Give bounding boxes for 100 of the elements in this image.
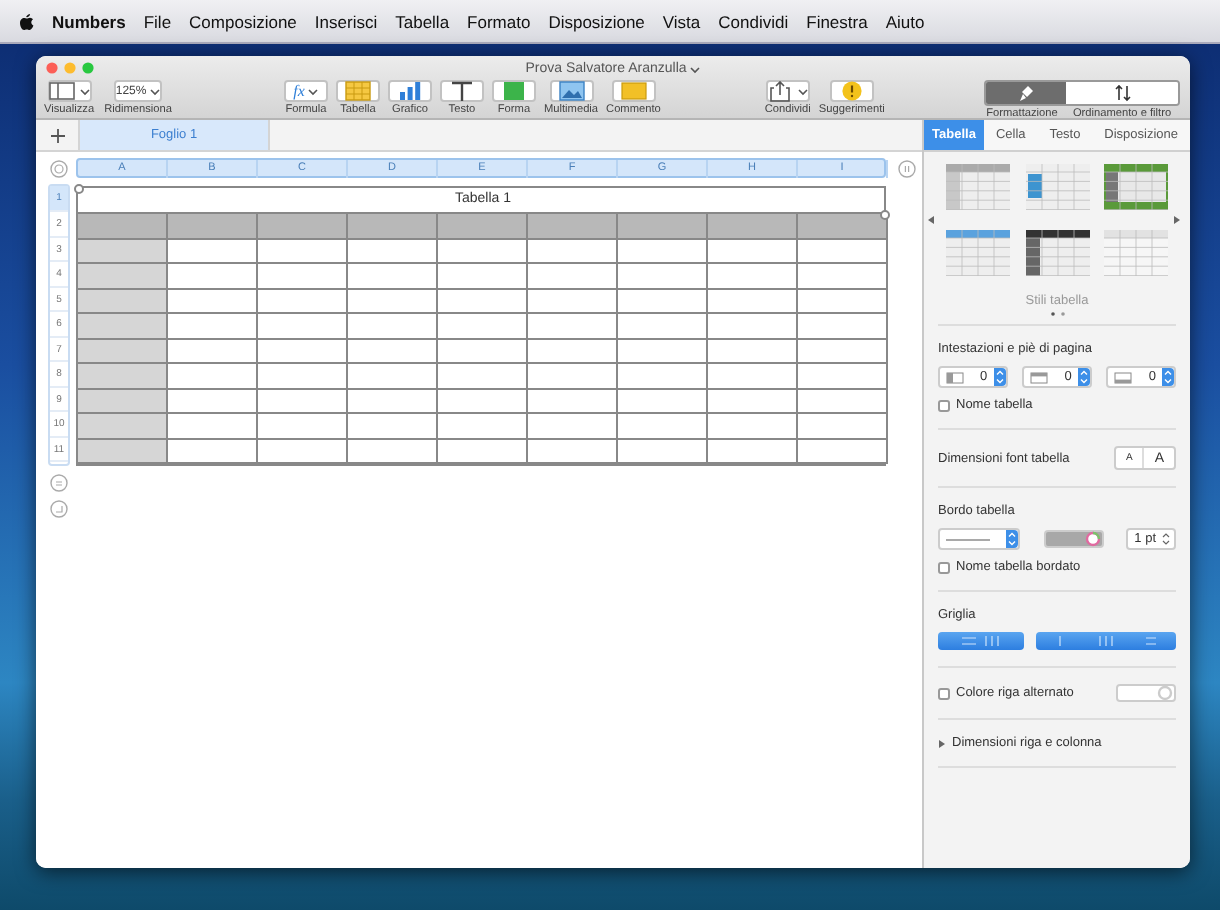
table-cell[interactable]	[618, 214, 708, 239]
color-wheel-icon[interactable]	[1083, 530, 1102, 548]
table-cell[interactable]	[78, 214, 168, 239]
table-cell[interactable]	[528, 239, 618, 264]
table-cell[interactable]	[708, 289, 798, 314]
add-column-handle-icon[interactable]	[897, 159, 915, 177]
table-cell[interactable]	[798, 339, 888, 364]
table-cell[interactable]	[708, 264, 798, 289]
table-cell[interactable]	[168, 364, 258, 389]
color-well[interactable]	[1116, 684, 1176, 702]
next-arrow-icon[interactable]	[1174, 216, 1180, 224]
table-style-thumbnail[interactable]	[946, 230, 1010, 276]
menu-item[interactable]: File	[143, 11, 172, 31]
table-cell[interactable]	[708, 364, 798, 389]
table-cell[interactable]	[78, 289, 168, 314]
grid-lines-button[interactable]	[938, 632, 1024, 650]
table-cell[interactable]	[78, 264, 168, 289]
table-cell[interactable]	[348, 314, 438, 339]
table-cell[interactable]	[798, 239, 888, 264]
table-cell[interactable]	[708, 389, 798, 414]
table-style-thumbnail[interactable]	[1025, 230, 1089, 276]
line-style-dropdown[interactable]	[938, 528, 1020, 550]
table-style-thumbnail[interactable]	[1025, 164, 1089, 210]
table-cell[interactable]	[528, 339, 618, 364]
table-cell[interactable]	[168, 314, 258, 339]
table-cell[interactable]	[618, 339, 708, 364]
table-cell[interactable]	[708, 414, 798, 439]
select-all-handle-icon[interactable]	[50, 159, 68, 177]
table-cell[interactable]	[258, 339, 348, 364]
table-cell[interactable]	[348, 389, 438, 414]
resize-handle[interactable]	[880, 210, 890, 220]
table-cell[interactable]	[168, 389, 258, 414]
table-cell[interactable]	[798, 289, 888, 314]
table-cell[interactable]	[348, 214, 438, 239]
table-cell[interactable]	[798, 389, 888, 414]
checkbox[interactable]	[938, 399, 950, 411]
table-cell[interactable]	[348, 439, 438, 464]
table-cell[interactable]	[528, 389, 618, 414]
table-cell[interactable]	[798, 439, 888, 464]
table-cell[interactable]	[618, 439, 708, 464]
table-cell[interactable]	[438, 364, 528, 389]
table-cell[interactable]	[618, 239, 708, 264]
sort-mode-button[interactable]	[1066, 82, 1178, 104]
add-row-handle-icon[interactable]	[50, 474, 68, 492]
menu-item[interactable]: Inserisci	[314, 11, 378, 31]
table-cell[interactable]	[258, 214, 348, 239]
table-cell[interactable]	[258, 239, 348, 264]
app-menu[interactable]: Numbers	[52, 11, 126, 31]
table-cell[interactable]	[798, 414, 888, 439]
table-cell[interactable]	[258, 364, 348, 389]
previous-arrow-icon[interactable]	[928, 216, 934, 224]
table-cell[interactable]	[78, 239, 168, 264]
menu-item[interactable]: Aiuto	[885, 11, 925, 31]
table-cell[interactable]	[348, 414, 438, 439]
table-cell[interactable]	[618, 264, 708, 289]
table-cell[interactable]	[708, 314, 798, 339]
table-cell[interactable]	[528, 364, 618, 389]
table-style-thumbnail[interactable]	[1104, 230, 1168, 276]
stepper-arrows-icon[interactable]	[1162, 532, 1170, 546]
table-cell[interactable]	[258, 439, 348, 464]
table-cell[interactable]	[528, 439, 618, 464]
table-cell[interactable]	[618, 314, 708, 339]
table-cell[interactable]	[528, 414, 618, 439]
menu-item[interactable]: Vista	[662, 11, 701, 31]
table-cell[interactable]	[78, 439, 168, 464]
table-cell[interactable]	[528, 289, 618, 314]
table-cell[interactable]	[438, 264, 528, 289]
table-cell[interactable]	[618, 414, 708, 439]
table-cell[interactable]	[78, 339, 168, 364]
color-wheel-icon[interactable]	[1156, 684, 1174, 702]
table-cell[interactable]	[798, 214, 888, 239]
share-button[interactable]	[765, 80, 810, 102]
table-cell[interactable]	[78, 364, 168, 389]
table-cell[interactable]	[78, 389, 168, 414]
table-cell[interactable]	[798, 314, 888, 339]
table-cell[interactable]	[168, 289, 258, 314]
table-cell[interactable]	[438, 339, 528, 364]
table-cell[interactable]	[258, 314, 348, 339]
formula-button[interactable]: fx	[283, 80, 328, 102]
chart-button[interactable]	[387, 80, 432, 102]
view-button[interactable]	[47, 80, 92, 102]
table-cell[interactable]	[618, 389, 708, 414]
table-button[interactable]	[335, 80, 380, 102]
table-cell[interactable]	[168, 439, 258, 464]
table-cell[interactable]	[348, 364, 438, 389]
table-cell[interactable]	[438, 214, 528, 239]
tips-button[interactable]	[829, 80, 874, 102]
table-cell[interactable]	[618, 364, 708, 389]
menu-item[interactable]: Finestra	[806, 11, 868, 31]
table-cell[interactable]	[618, 289, 708, 314]
table-cell[interactable]	[258, 414, 348, 439]
table-style-thumbnail[interactable]	[946, 164, 1010, 210]
table-cell[interactable]	[78, 314, 168, 339]
table-cell[interactable]	[168, 264, 258, 289]
checkbox[interactable]	[938, 687, 950, 699]
resize-corner-icon[interactable]	[50, 500, 68, 518]
checkbox[interactable]	[938, 561, 950, 573]
table-cell[interactable]	[798, 364, 888, 389]
table-cell[interactable]	[438, 314, 528, 339]
color-well[interactable]	[1043, 530, 1104, 548]
